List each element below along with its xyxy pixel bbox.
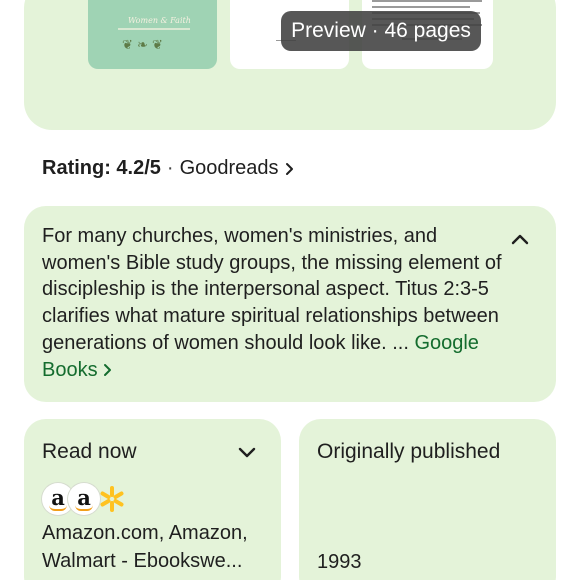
rating-row[interactable]: Rating: 4.2/5 · Goodreads xyxy=(42,155,295,181)
cover-thumbnail[interactable]: ❦ ❧ ❦ Women & Faith ❦ ❧ ❦ xyxy=(88,0,217,69)
chevron-right-icon xyxy=(104,363,112,376)
read-now-title: Read now xyxy=(42,440,137,463)
cover-subtitle-line xyxy=(118,28,190,30)
preview-pages-pill[interactable]: Preview · 46 pages xyxy=(281,11,481,51)
text-line xyxy=(372,6,470,8)
amazon-icon[interactable]: a xyxy=(68,483,100,515)
cover-title: Women & Faith xyxy=(128,16,191,25)
description-text: For many churches, women's ministries, a… xyxy=(42,223,508,383)
book-preview-card[interactable]: ❦ ❧ ❦ Women & Faith ❦ ❧ ❦ Preview · 46 p… xyxy=(24,0,556,130)
leaf-ornament-icon: ❦ ❧ ❦ xyxy=(122,38,163,53)
description-card: For many churches, women's ministries, a… xyxy=(24,206,556,402)
chevron-right-icon xyxy=(285,162,293,175)
read-now-card[interactable]: Read now a a Amazon.com, Amazon, Walmart… xyxy=(24,419,281,580)
walmart-icon[interactable] xyxy=(98,485,126,513)
originally-published-card: Originally published 1993 xyxy=(299,419,556,580)
originally-published-title: Originally published xyxy=(317,440,501,463)
chevron-down-icon[interactable] xyxy=(235,440,259,464)
text-line xyxy=(372,0,482,2)
store-names: Amazon.com, Amazon, Walmart - Ebookswe..… xyxy=(42,522,248,572)
rating-source-link[interactable]: Goodreads xyxy=(180,157,279,179)
chevron-up-icon[interactable] xyxy=(508,228,532,252)
published-year: 1993 xyxy=(317,551,362,573)
rating-value: Rating: 4.2/5 xyxy=(42,157,161,179)
rating-separator: · xyxy=(166,157,174,179)
